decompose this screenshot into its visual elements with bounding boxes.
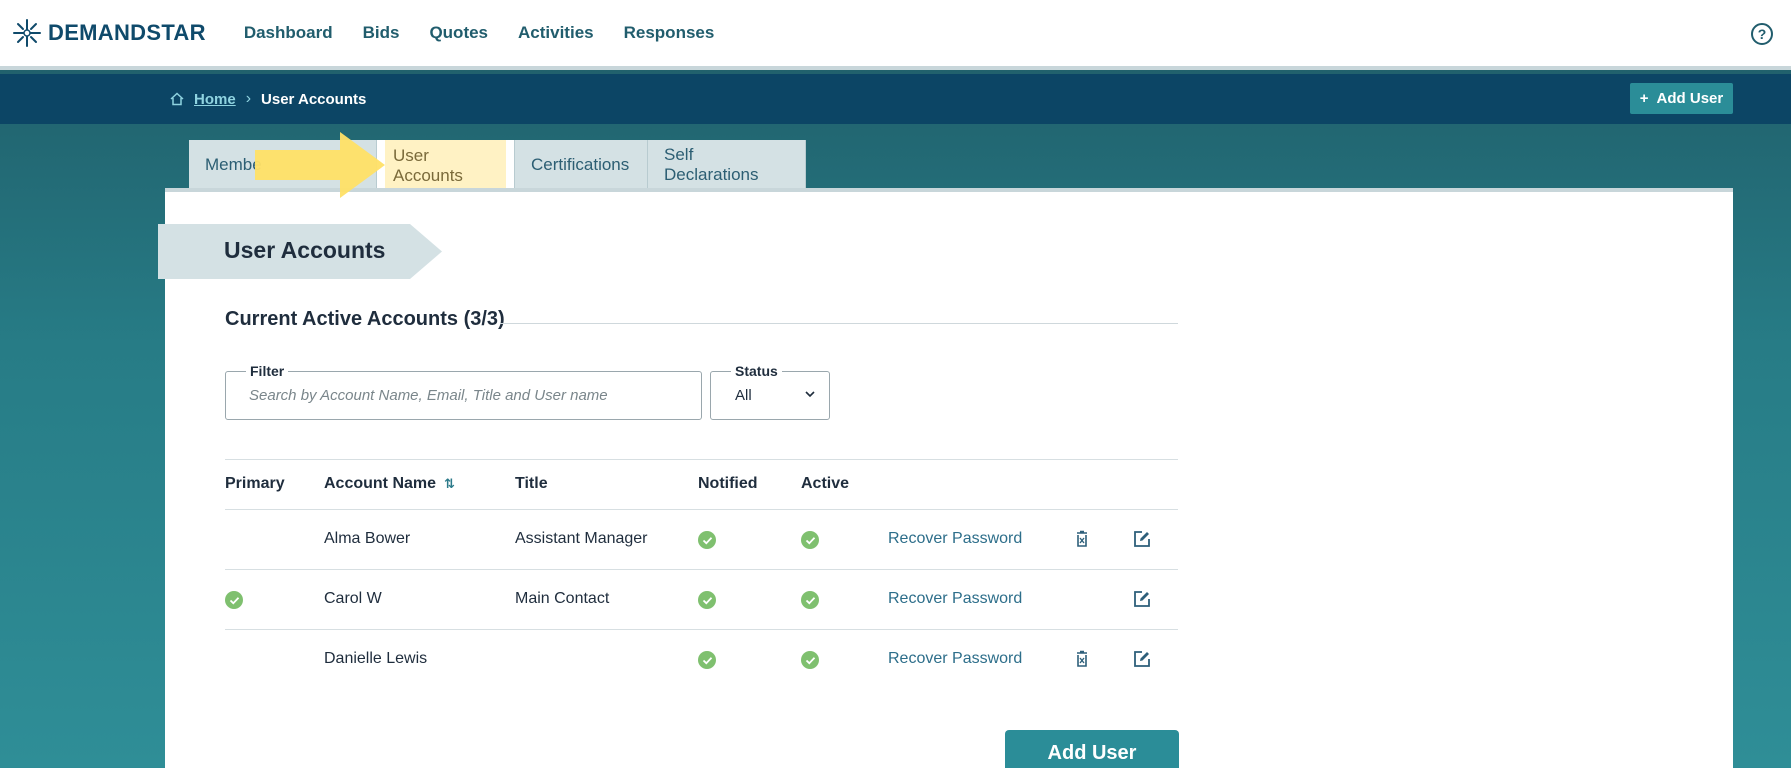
status-select[interactable]: Status All xyxy=(710,363,830,420)
active-check-icon xyxy=(801,651,819,669)
account-name: Danielle Lewis xyxy=(324,650,428,667)
filter-legend: Filter xyxy=(246,363,289,379)
status-value: All xyxy=(735,387,752,404)
home-icon xyxy=(170,92,184,106)
breadcrumb-current: User Accounts xyxy=(261,90,367,108)
section-title: User Accounts xyxy=(224,237,386,263)
nav-dashboard[interactable]: Dashboard xyxy=(244,23,333,43)
edit-icon[interactable] xyxy=(1131,588,1153,610)
chevron-down-icon xyxy=(805,391,815,398)
notified-check-icon xyxy=(698,591,716,609)
table-header: Primary Account Name ⇅ Title Notified Act… xyxy=(225,459,1178,510)
tab-self-declarations[interactable]: Self Declarations xyxy=(648,140,806,189)
nav-quotes[interactable]: Quotes xyxy=(429,23,488,43)
account-name: Carol W xyxy=(324,590,382,607)
recover-password-link[interactable]: Recover Password xyxy=(888,530,1022,548)
header-add-user-button[interactable]: + Add User xyxy=(1630,83,1733,114)
chevron-right-icon: › xyxy=(245,90,252,107)
header-add-user-label: Add User xyxy=(1656,90,1724,107)
tab-self-declarations-label: Self Declarations xyxy=(664,144,759,184)
trash-icon[interactable] xyxy=(1071,528,1093,550)
main-nav: Dashboard Bids Quotes Activities Respons… xyxy=(244,23,715,43)
trash-icon[interactable] xyxy=(1071,648,1093,670)
header-active[interactable]: Active xyxy=(801,475,849,493)
header-title[interactable]: Title xyxy=(515,475,548,493)
breadcrumb-home-link[interactable]: Home xyxy=(194,91,236,108)
notified-check-icon xyxy=(698,531,716,549)
divider xyxy=(500,323,1178,324)
add-user-button[interactable]: Add User xyxy=(1005,730,1179,768)
table-row: Danielle Lewis Recover Password xyxy=(225,630,1178,690)
nav-activities[interactable]: Activities xyxy=(518,23,594,43)
status-legend: Status xyxy=(731,363,782,379)
recover-password-link[interactable]: Recover Password xyxy=(888,650,1022,668)
filter-field: Filter xyxy=(225,363,702,420)
nav-responses[interactable]: Responses xyxy=(624,23,715,43)
edit-icon[interactable] xyxy=(1131,648,1153,670)
filter-input[interactable] xyxy=(249,387,679,404)
table-row: Carol W Main Contact Recover Password xyxy=(225,570,1178,630)
header-account-name-label: Account Name xyxy=(324,475,437,492)
header-notified[interactable]: Notified xyxy=(698,475,758,493)
nav-bids[interactable]: Bids xyxy=(363,23,400,43)
primary-check-icon xyxy=(225,591,243,609)
account-title: Main Contact xyxy=(515,590,610,607)
header-primary[interactable]: Primary xyxy=(225,475,285,493)
top-nav: DEMANDSTAR Dashboard Bids Quotes Activit… xyxy=(0,0,1791,70)
account-title: Assistant Manager xyxy=(515,530,648,547)
account-name: Alma Bower xyxy=(324,530,411,547)
star-logo-icon xyxy=(13,19,41,47)
breadcrumb: Home › User Accounts xyxy=(170,90,366,108)
accounts-subheading: Current Active Accounts (3/3) xyxy=(225,308,505,330)
tab-member-info-label: Membe xyxy=(205,154,262,174)
tab-user-accounts[interactable]: User Accounts xyxy=(377,140,515,192)
tab-user-accounts-label: User Accounts xyxy=(385,140,506,192)
edit-icon[interactable] xyxy=(1131,528,1153,550)
sort-icon[interactable]: ⇅ xyxy=(444,476,455,492)
table-row: Alma Bower Assistant Manager Recover Pas… xyxy=(225,510,1178,570)
accounts-table: Primary Account Name ⇅ Title Notified Act… xyxy=(225,459,1178,690)
arrow-right-icon xyxy=(255,132,385,198)
breadcrumb-bar: Home › User Accounts + Add User xyxy=(0,74,1791,124)
plus-icon: + xyxy=(1639,90,1649,107)
active-check-icon xyxy=(801,591,819,609)
tab-certifications[interactable]: Certifications xyxy=(515,140,648,189)
brand-name: DEMANDSTAR xyxy=(48,20,206,45)
brand-logo[interactable]: DEMANDSTAR xyxy=(12,18,206,48)
header-account-name[interactable]: Account Name ⇅ xyxy=(324,475,455,493)
section-banner: User Accounts xyxy=(158,224,442,279)
active-check-icon xyxy=(801,531,819,549)
question-circle-icon[interactable]: ? xyxy=(1751,23,1773,45)
notified-check-icon xyxy=(698,651,716,669)
recover-password-link[interactable]: Recover Password xyxy=(888,590,1022,608)
tab-certifications-label: Certifications xyxy=(531,154,630,174)
